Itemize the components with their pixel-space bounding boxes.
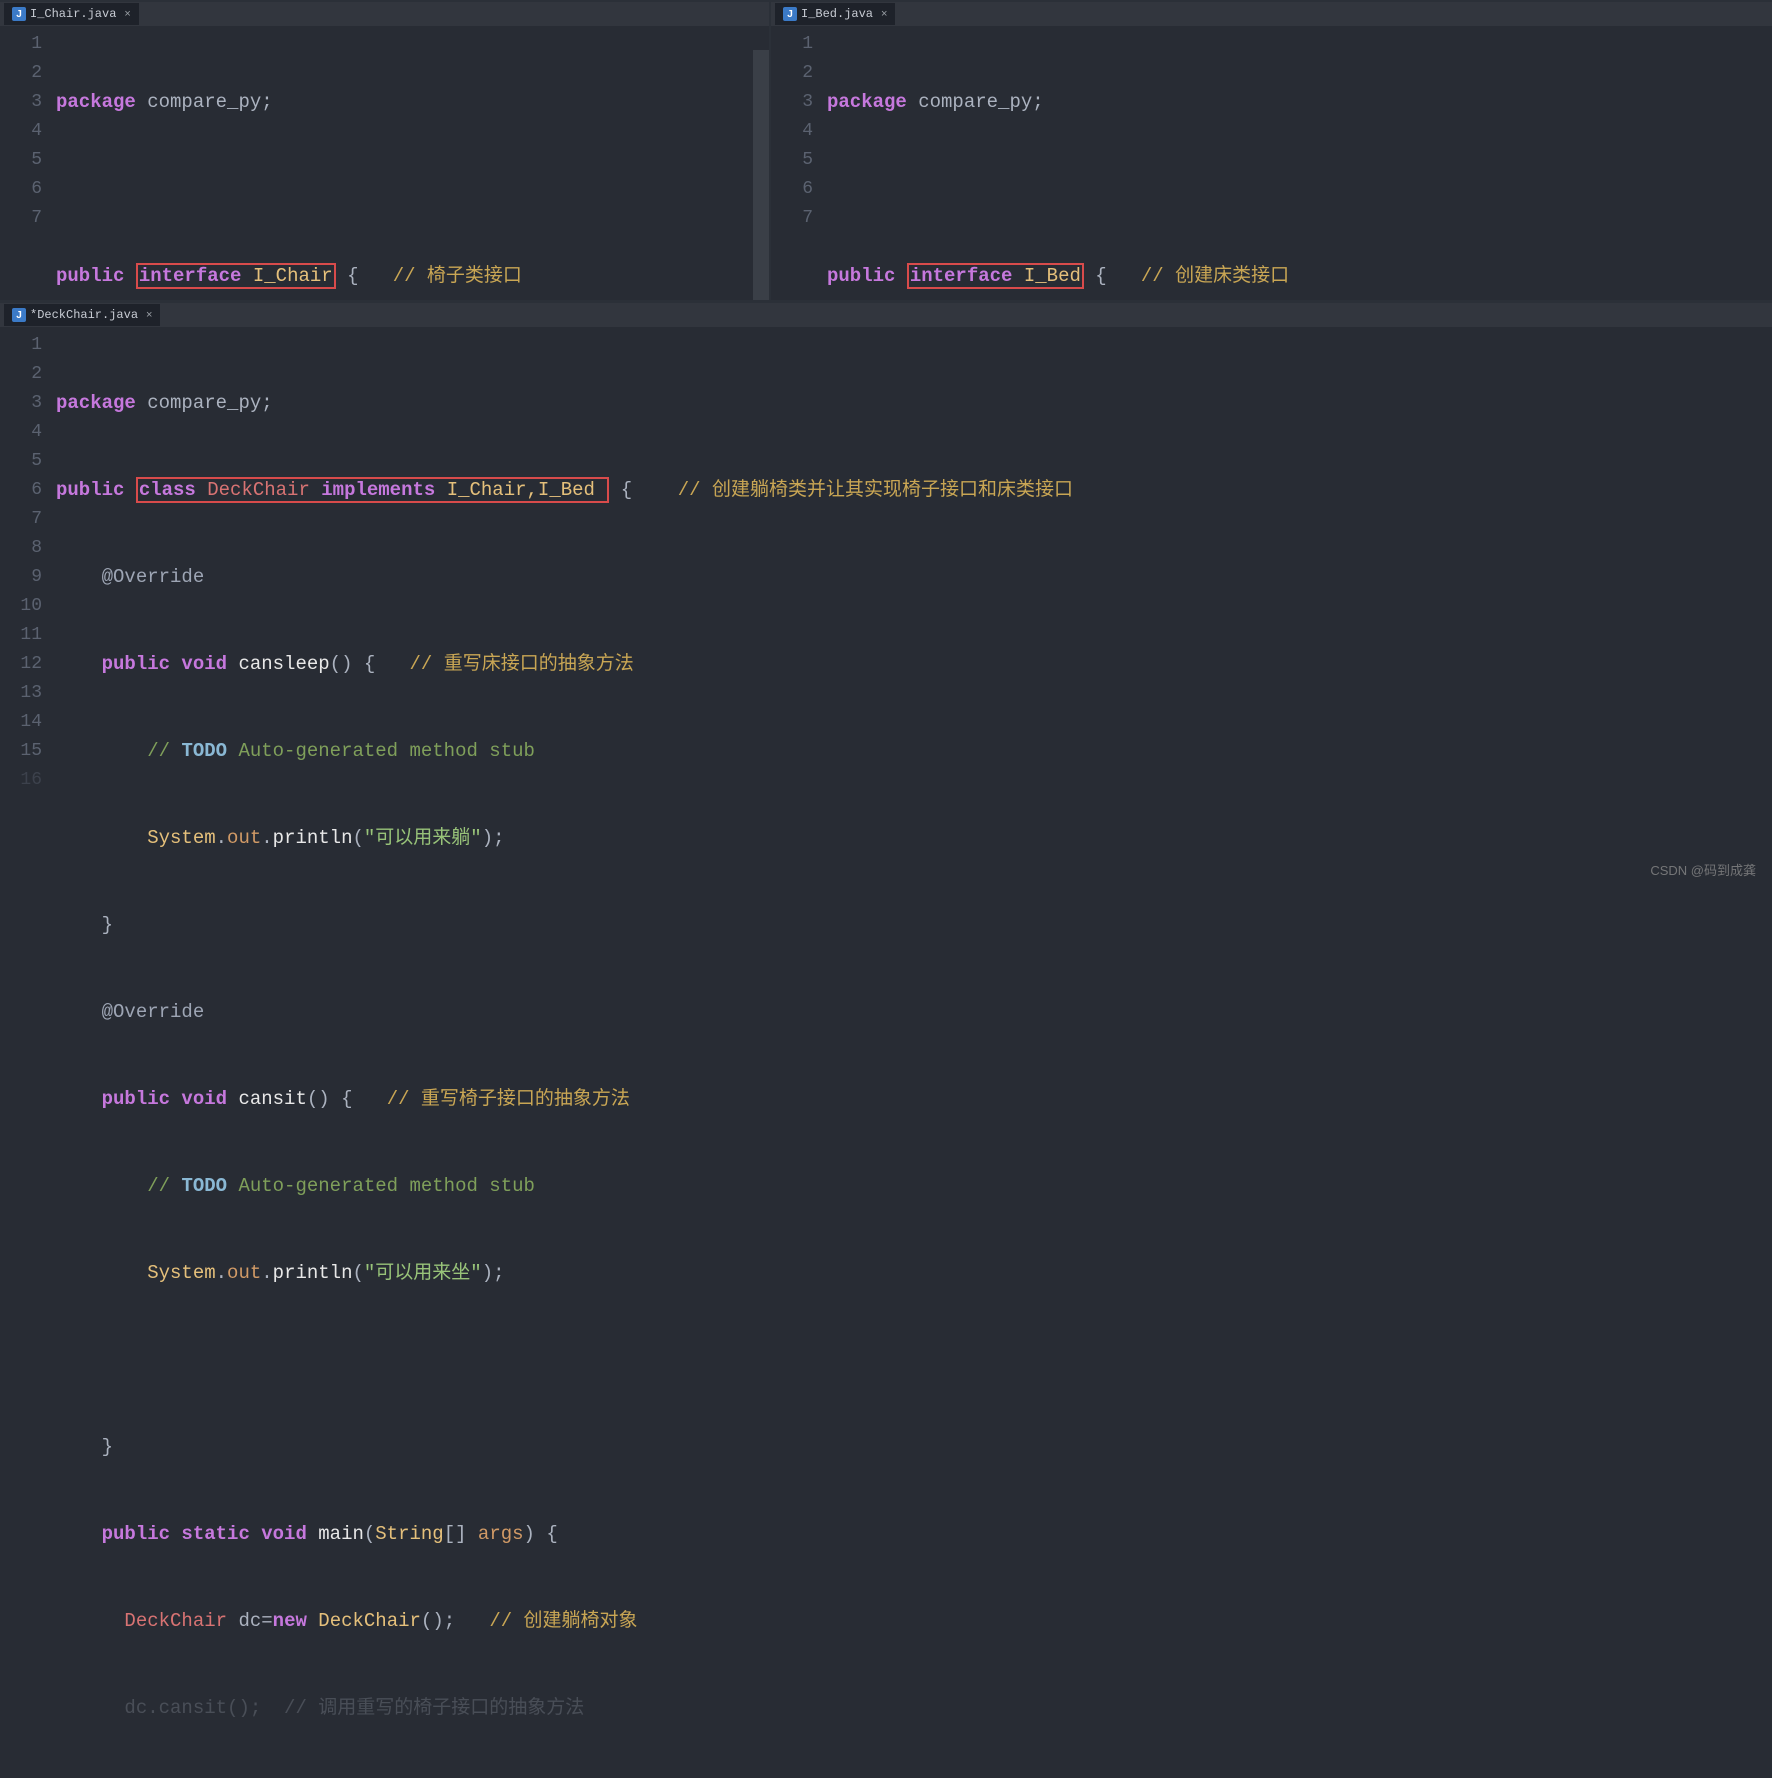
line-gutter: 1 2 3 4 5 6 7 8 9 10 11 12 13 14 15 16	[0, 327, 52, 1778]
java-file-icon: J	[783, 7, 797, 21]
code-editor[interactable]: 1 2 3 4 5 6 7 package compare_py; public…	[771, 26, 1772, 300]
close-icon[interactable]: ×	[124, 8, 130, 20]
tab-deckchair[interactable]: J *DeckChair.java ×	[4, 304, 160, 326]
tab-title: *DeckChair.java	[30, 308, 138, 322]
code-area[interactable]: package compare_py; public interface I_C…	[52, 26, 769, 300]
highlight-interface-bed: interface I_Bed	[907, 263, 1084, 289]
code-area[interactable]: package compare_py; public interface I_B…	[823, 26, 1772, 300]
code-area[interactable]: package compare_py; public class DeckCha…	[52, 327, 1772, 1778]
code-editor[interactable]: 1 2 3 4 5 6 7 8 9 10 11 12 13 14 15 16 p…	[0, 327, 1772, 1778]
line-gutter: 1 2 3 4 5 6 7	[0, 26, 52, 300]
editor-pane-i-chair: J I_Chair.java × 1 2 3 4 5 6 7 package c…	[0, 0, 771, 300]
close-icon[interactable]: ×	[146, 309, 152, 321]
line-gutter: 1 2 3 4 5 6 7	[771, 26, 823, 300]
close-icon[interactable]: ×	[881, 8, 887, 20]
java-file-icon: J	[12, 7, 26, 21]
highlight-class-deckchair: class DeckChair implements I_Chair,I_Bed	[136, 477, 610, 503]
tab-bar: J I_Chair.java ×	[0, 2, 769, 26]
editor-pane-i-bed: J I_Bed.java × 1 2 3 4 5 6 7 package com…	[771, 0, 1772, 300]
code-editor[interactable]: 1 2 3 4 5 6 7 package compare_py; public…	[0, 26, 769, 300]
editor-pane-deckchair: J *DeckChair.java × 1 2 3 4 5 6 7 8 9 10…	[0, 300, 1772, 1778]
tab-title: I_Chair.java	[30, 7, 116, 21]
java-file-icon: J	[12, 308, 26, 322]
tab-title: I_Bed.java	[801, 7, 873, 21]
tab-bar: J *DeckChair.java ×	[0, 303, 1772, 327]
tab-i-bed[interactable]: J I_Bed.java ×	[775, 3, 895, 25]
highlight-interface-chair: interface I_Chair	[136, 263, 336, 289]
tab-i-chair[interactable]: J I_Chair.java ×	[4, 3, 139, 25]
scrollbar[interactable]	[753, 50, 769, 300]
tab-bar: J I_Bed.java ×	[771, 2, 1772, 26]
